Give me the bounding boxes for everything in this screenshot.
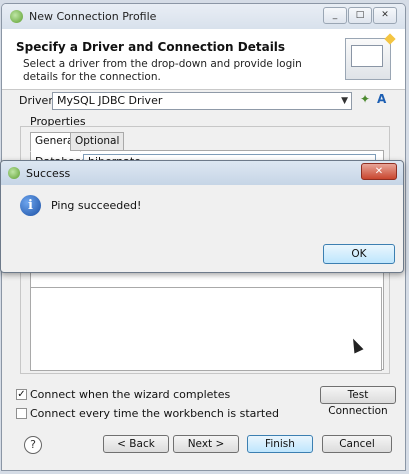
drivers-dropdown[interactable]: MySQL JDBC Driver ▼ bbox=[52, 92, 352, 110]
connect-when-complete-checkbox[interactable]: ✓ bbox=[16, 389, 27, 400]
finish-button[interactable]: Finish bbox=[247, 435, 313, 453]
dialog-title-bar: Success ✕ bbox=[1, 161, 403, 185]
dialog-close-button[interactable]: ✕ bbox=[361, 163, 397, 180]
back-button[interactable]: < Back bbox=[103, 435, 169, 453]
eclipse-app-icon bbox=[10, 10, 23, 23]
connect-every-time-label: Connect every time the workbench is star… bbox=[30, 407, 279, 420]
ok-button[interactable]: OK bbox=[323, 244, 395, 264]
minimize-button[interactable]: _ bbox=[323, 7, 347, 24]
wizard-description: Select a driver from the drop-down and p… bbox=[23, 58, 302, 83]
dialog-title: Success bbox=[26, 167, 71, 180]
dialog-body: i Ping succeeded! OK bbox=[7, 189, 397, 267]
wizard-banner-icon bbox=[345, 38, 391, 80]
edit-driver-definition-icon[interactable]: A bbox=[377, 92, 386, 106]
next-button[interactable]: Next > bbox=[173, 435, 239, 453]
properties-content-area bbox=[30, 287, 382, 371]
maximize-button[interactable]: □ bbox=[348, 7, 372, 24]
title-bar: New Connection Profile _ □ ✕ bbox=[2, 4, 405, 29]
new-driver-definition-icon[interactable]: ✦ bbox=[360, 92, 370, 106]
wizard-header: Specify a Driver and Connection Details … bbox=[2, 29, 405, 90]
drivers-selected-value: MySQL JDBC Driver bbox=[57, 94, 163, 107]
wizard-title: Specify a Driver and Connection Details bbox=[16, 40, 286, 54]
connect-every-time-checkbox[interactable] bbox=[16, 408, 27, 419]
cancel-button[interactable]: Cancel bbox=[322, 435, 392, 453]
dialog-message: Ping succeeded! bbox=[51, 199, 142, 212]
test-connection-button[interactable]: Test Connection bbox=[320, 386, 396, 417]
tab-optional[interactable]: Optional bbox=[70, 132, 125, 151]
eclipse-app-icon bbox=[8, 167, 20, 179]
success-dialog: Success ✕ i Ping succeeded! OK bbox=[0, 160, 404, 273]
chevron-down-icon: ▼ bbox=[341, 96, 348, 106]
help-icon[interactable]: ? bbox=[24, 436, 42, 454]
info-icon: i bbox=[20, 195, 41, 216]
window-title: New Connection Profile bbox=[29, 10, 157, 23]
connect-when-complete-label: Connect when the wizard completes bbox=[30, 388, 231, 401]
close-button[interactable]: ✕ bbox=[373, 7, 397, 24]
